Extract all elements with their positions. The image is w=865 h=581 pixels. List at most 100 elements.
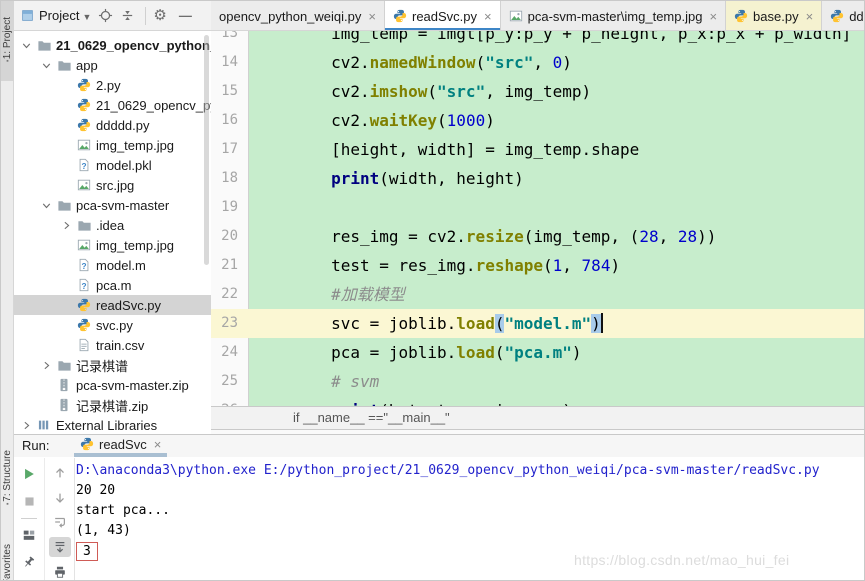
- tree-item-external-libraries[interactable]: External Libraries: [14, 415, 211, 434]
- sticky-context-bar[interactable]: if __name__ =="__main__": [211, 406, 865, 430]
- tree-item--[interactable]: 记录棋谱: [14, 355, 211, 375]
- code-line-23[interactable]: 23 svc = joblib.load("model.m"): [211, 309, 865, 338]
- settings-button[interactable]: ⚙: [153, 8, 166, 23]
- tree-item-img-temp-jpg[interactable]: img_temp.jpg: [14, 235, 211, 255]
- chevron-down-icon[interactable]: [38, 199, 55, 212]
- tree-item-model-m[interactable]: ?model.m: [14, 255, 211, 275]
- hide-panel-button[interactable]: —: [179, 8, 192, 23]
- tree-item-pca-m[interactable]: ? pca.m: [14, 275, 211, 295]
- close-icon[interactable]: ×: [368, 9, 376, 24]
- code-text: #加载模型: [249, 280, 865, 309]
- close-icon[interactable]: ×: [484, 9, 492, 24]
- tree-item-model-pkl[interactable]: ?model.pkl: [14, 155, 211, 175]
- editor-tab-base-py[interactable]: base.py×: [726, 1, 822, 31]
- code-line-22[interactable]: 22 #加载模型: [211, 280, 865, 309]
- editor-tab-opencv-python-weiqi-py[interactable]: opencv_python_weiqi.py×: [211, 1, 385, 31]
- project-view-selector[interactable]: Project ▼: [21, 8, 91, 23]
- svg-text:?: ?: [81, 261, 86, 271]
- chevron-down-icon[interactable]: [18, 39, 35, 52]
- tree-item-label: model.pkl: [96, 158, 152, 173]
- tree-item-img-temp-jpg[interactable]: img_temp.jpg: [14, 135, 211, 155]
- code-line-13[interactable]: 13 img_temp = imgt[p_y:p_y + p_height, p…: [211, 31, 865, 48]
- code-editor[interactable]: 13 img_temp = imgt[p_y:p_y + p_height, p…: [211, 31, 865, 434]
- line-number: 20: [211, 222, 249, 251]
- code-line-25[interactable]: 25 # svm: [211, 367, 865, 396]
- code-line-21[interactable]: 21 test = res_img.reshape(1, 784): [211, 251, 865, 280]
- editor-tab-readsvc-py[interactable]: readSvc.py×: [385, 1, 501, 31]
- editor-tab-ddddd[interactable]: ddddd: [822, 1, 865, 31]
- collapse-all-icon: [120, 8, 135, 23]
- code-line-14[interactable]: 14 cv2.namedWindow("src", 0): [211, 48, 865, 77]
- chevron-down-icon[interactable]: [38, 59, 55, 72]
- collapse-all-button[interactable]: [120, 8, 135, 23]
- line-number: 13: [211, 31, 249, 48]
- svg-text:?: ?: [81, 281, 86, 291]
- tree-item-app[interactable]: app: [14, 55, 211, 75]
- run-toolbar-right: [45, 458, 75, 581]
- run-panel-title: Run:: [22, 438, 49, 453]
- chevron-right-icon[interactable]: [18, 419, 35, 432]
- run-tab[interactable]: readSvc ×: [74, 435, 167, 457]
- run-tab-label: readSvc: [99, 437, 147, 452]
- tree-item--zip[interactable]: 记录棋谱.zip: [14, 395, 211, 415]
- stripe-structure-button[interactable]: 7: Structure ▪: [1, 429, 14, 529]
- console-line-4: (1, 43): [76, 521, 865, 541]
- code-line-24[interactable]: 24 pca = joblib.load("pca.m"): [211, 338, 865, 367]
- tree-item-ddddd-py[interactable]: ddddd.py: [14, 115, 211, 135]
- unknown-icon: ?: [75, 278, 93, 292]
- tree-item-train-csv[interactable]: train.csv: [14, 335, 211, 355]
- tree-scrollbar[interactable]: [204, 35, 209, 265]
- next-occurrence-button[interactable]: [49, 488, 71, 508]
- tool-window-icon: ▪: [6, 502, 8, 508]
- zip-icon: [55, 378, 73, 392]
- locate-file-button[interactable]: [98, 8, 113, 23]
- code-text: [height, width] = img_temp.shape: [249, 135, 865, 164]
- tree-item-label: pca-svm-master: [76, 198, 169, 213]
- tree-item-2-py[interactable]: 2.py: [14, 75, 211, 95]
- soft-wrap-button[interactable]: [49, 513, 71, 533]
- restore-layout-button[interactable]: [18, 524, 40, 546]
- tree-item-svc-py[interactable]: svc.py: [14, 315, 211, 335]
- python-icon: [75, 298, 93, 312]
- project-tree-panel: 21_0629_opencv_python_wapp2.py21_0629_op…: [14, 31, 211, 434]
- tree-item-label: src.jpg: [96, 178, 134, 193]
- python-icon: [75, 78, 93, 92]
- code-line-16[interactable]: 16 cv2.waitKey(1000): [211, 106, 865, 135]
- run-header: Run: readSvc ×: [14, 435, 865, 457]
- prev-occurrence-button[interactable]: [49, 463, 71, 483]
- tree-item--idea[interactable]: .idea: [14, 215, 211, 235]
- rerun-button[interactable]: [18, 463, 40, 485]
- image-icon: [75, 238, 93, 252]
- code-line-15[interactable]: 15 cv2.imshow("src", img_temp): [211, 77, 865, 106]
- chevron-right-icon[interactable]: [58, 219, 75, 232]
- editor-tab-pca-svm-master-img-temp-jpg[interactable]: pca-svm-master\img_temp.jpg ×: [501, 1, 726, 31]
- close-icon[interactable]: ×: [709, 9, 717, 24]
- project-toolbar: Project ▼ ⚙ —: [14, 1, 211, 31]
- scroll-to-end-button[interactable]: [49, 537, 71, 557]
- close-icon[interactable]: ×: [806, 9, 814, 24]
- tree-item-label: External Libraries: [56, 418, 157, 433]
- tree-item-21-0629-opencv-python-w[interactable]: 21_0629_opencv_python_w: [14, 35, 211, 55]
- stop-button[interactable]: [18, 490, 40, 512]
- tree-item-label: pca.m: [96, 278, 131, 293]
- tree-item-src-jpg[interactable]: src.jpg: [14, 175, 211, 195]
- chevron-right-icon[interactable]: [38, 359, 55, 372]
- code-line-20[interactable]: 20 res_img = cv2.resize(img_temp, (28, 2…: [211, 222, 865, 251]
- code-line-19[interactable]: 19: [211, 193, 865, 222]
- tree-item-pca-svm-master-zip[interactable]: pca-svm-master.zip: [14, 375, 211, 395]
- tree-item-pca-svm-master[interactable]: pca-svm-master: [14, 195, 211, 215]
- code-line-17[interactable]: 17 [height, width] = img_temp.shape: [211, 135, 865, 164]
- tree-item-readsvc-py[interactable]: readSvc.py: [14, 295, 211, 315]
- layout-icon: [22, 528, 36, 542]
- pin-tab-button[interactable]: [18, 551, 40, 573]
- stripe-project-button[interactable]: 1: Project ▪: [1, 1, 14, 81]
- code-line-18[interactable]: 18 print(width, height): [211, 164, 865, 193]
- code-text: res_img = cv2.resize(img_temp, (28, 28)): [249, 222, 865, 251]
- pin-icon: [22, 555, 36, 569]
- stripe-favorites-button[interactable]: Favorites: [1, 535, 14, 581]
- tree-item-21-0629-opencv-pyt[interactable]: 21_0629_opencv_pyt: [14, 95, 211, 115]
- tree-item-label: .idea: [96, 218, 124, 233]
- close-icon[interactable]: ×: [154, 437, 162, 452]
- tab-label: pca-svm-master\img_temp.jpg: [528, 9, 703, 24]
- print-button[interactable]: [49, 562, 71, 581]
